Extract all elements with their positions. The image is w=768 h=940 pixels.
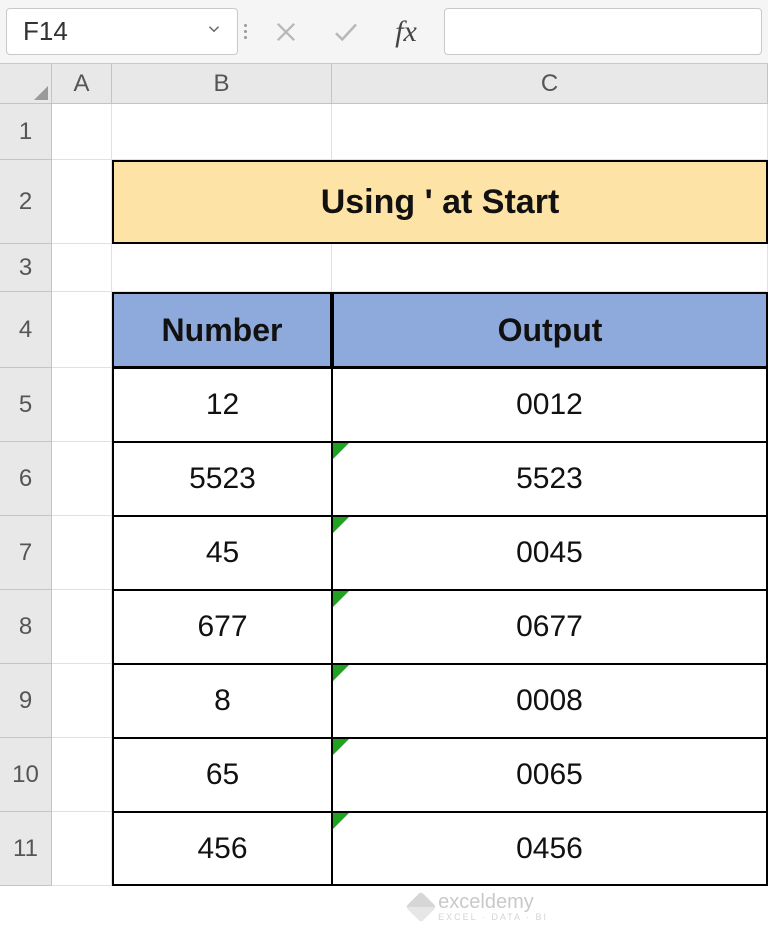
cell-a11[interactable] xyxy=(52,812,112,886)
chevron-down-icon[interactable] xyxy=(199,20,229,44)
row-head-10[interactable]: 10 xyxy=(0,738,52,812)
row-head-2[interactable]: 2 xyxy=(0,160,52,244)
row-head-7[interactable]: 7 xyxy=(0,516,52,590)
error-indicator-icon[interactable] xyxy=(333,591,349,607)
cell-value: 0008 xyxy=(516,684,583,718)
cell-value: 0012 xyxy=(516,388,583,422)
col-head-c[interactable]: C xyxy=(332,64,768,104)
cell-b10[interactable]: 65 xyxy=(112,738,332,812)
cell-c3[interactable] xyxy=(332,244,768,292)
cell-reference[interactable]: F14 xyxy=(21,16,199,47)
cell-a1[interactable] xyxy=(52,104,112,160)
row-head-3[interactable]: 3 xyxy=(0,244,52,292)
table-header-output[interactable]: Output xyxy=(332,292,768,368)
cell-a7[interactable] xyxy=(52,516,112,590)
cell-a8[interactable] xyxy=(52,590,112,664)
cell-a9[interactable] xyxy=(52,664,112,738)
formula-input[interactable] xyxy=(444,8,762,55)
col-head-a[interactable]: A xyxy=(52,64,112,104)
watermark: exceldemy EXCEL · DATA · BI xyxy=(410,891,548,922)
table-header-number[interactable]: Number xyxy=(112,292,332,368)
watermark-icon xyxy=(406,891,437,922)
error-indicator-icon[interactable] xyxy=(333,517,349,533)
cell-b1[interactable] xyxy=(112,104,332,160)
row-head-11[interactable]: 11 xyxy=(0,812,52,886)
cell-c8[interactable]: 0677 xyxy=(332,590,768,664)
cell-value: 0065 xyxy=(516,758,583,792)
cell-value: 5523 xyxy=(516,462,583,496)
cell-c6[interactable]: 5523 xyxy=(332,442,768,516)
cell-c1[interactable] xyxy=(332,104,768,160)
cell-b6[interactable]: 5523 xyxy=(112,442,332,516)
formula-bar-buttons: fx xyxy=(252,0,440,63)
cancel-icon xyxy=(256,0,316,63)
spreadsheet-grid: A B C 1 2 Using ' at Start 3 4 Number Ou… xyxy=(0,64,768,886)
cell-c9[interactable]: 0008 xyxy=(332,664,768,738)
cell-c11[interactable]: 0456 xyxy=(332,812,768,886)
row-head-4[interactable]: 4 xyxy=(0,292,52,368)
cell-c10[interactable]: 0065 xyxy=(332,738,768,812)
cell-a4[interactable] xyxy=(52,292,112,368)
row-head-6[interactable]: 6 xyxy=(0,442,52,516)
select-all-corner[interactable] xyxy=(0,64,52,104)
cell-c5[interactable]: 0012 xyxy=(332,368,768,442)
error-indicator-icon[interactable] xyxy=(333,813,349,829)
formula-bar: F14 fx xyxy=(0,0,768,64)
error-indicator-icon[interactable] xyxy=(333,443,349,459)
cell-a10[interactable] xyxy=(52,738,112,812)
formula-bar-grip[interactable] xyxy=(238,0,252,63)
cell-a5[interactable] xyxy=(52,368,112,442)
insert-function-button[interactable]: fx xyxy=(376,0,436,63)
cell-b5[interactable]: 12 xyxy=(112,368,332,442)
cell-b8[interactable]: 677 xyxy=(112,590,332,664)
cell-b9[interactable]: 8 xyxy=(112,664,332,738)
enter-icon xyxy=(316,0,376,63)
cell-value: 0677 xyxy=(516,610,583,644)
cell-b11[interactable]: 456 xyxy=(112,812,332,886)
row-head-8[interactable]: 8 xyxy=(0,590,52,664)
cell-c7[interactable]: 0045 xyxy=(332,516,768,590)
cell-a2[interactable] xyxy=(52,160,112,244)
cell-value: 0045 xyxy=(516,536,583,570)
cell-value: 0456 xyxy=(516,832,583,866)
error-indicator-icon[interactable] xyxy=(333,665,349,681)
col-head-b[interactable]: B xyxy=(112,64,332,104)
cell-a3[interactable] xyxy=(52,244,112,292)
error-indicator-icon[interactable] xyxy=(333,739,349,755)
cell-a6[interactable] xyxy=(52,442,112,516)
row-head-5[interactable]: 5 xyxy=(0,368,52,442)
cell-b7[interactable]: 45 xyxy=(112,516,332,590)
watermark-brand: exceldemy xyxy=(438,891,534,913)
row-head-1[interactable]: 1 xyxy=(0,104,52,160)
title-cell[interactable]: Using ' at Start xyxy=(112,160,768,244)
watermark-tag: EXCEL · DATA · BI xyxy=(438,912,548,922)
name-box[interactable]: F14 xyxy=(6,8,238,55)
row-head-9[interactable]: 9 xyxy=(0,664,52,738)
cell-b3[interactable] xyxy=(112,244,332,292)
